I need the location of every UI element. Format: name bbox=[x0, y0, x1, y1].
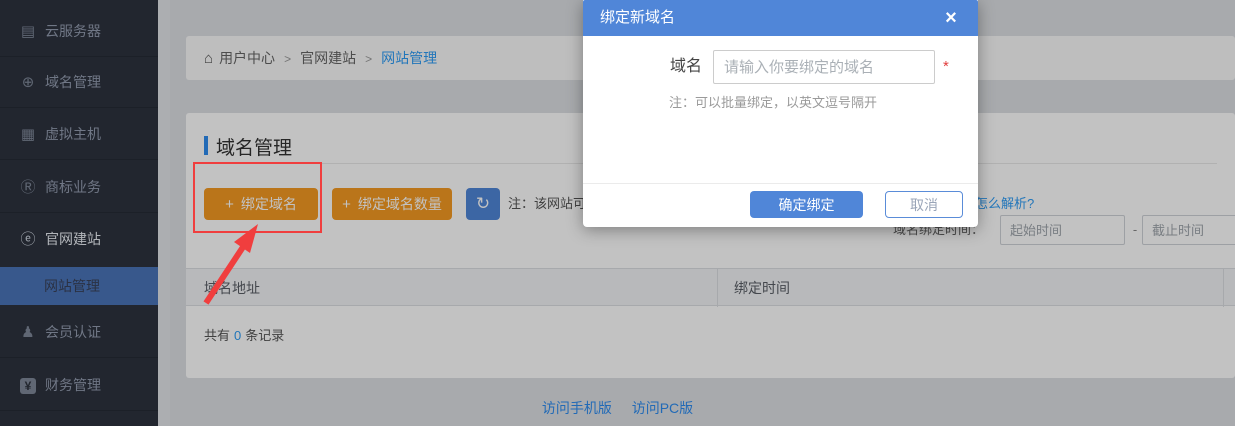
modal-title: 绑定新域名 bbox=[600, 0, 675, 36]
confirm-bind-button[interactable]: 确定绑定 bbox=[750, 191, 863, 218]
required-asterisk: * bbox=[943, 50, 949, 84]
close-icon[interactable]: × bbox=[938, 5, 964, 31]
page: ▤云服务器 ⊕域名管理 ▦虚拟主机 Ⓡ商标业务 ⓔ官网建站 网站管理 ♟会员认证… bbox=[0, 0, 1235, 426]
modal-footer-divider bbox=[583, 183, 978, 184]
domain-input[interactable] bbox=[713, 50, 935, 84]
bind-new-domain-modal: 绑定新域名 × 域名 * 注：可以批量绑定，以英文逗号隔开 确定绑定 取消 bbox=[583, 0, 978, 227]
modal-note: 注：可以批量绑定，以英文逗号隔开 bbox=[669, 92, 877, 111]
domain-field-label: 域名 bbox=[670, 50, 702, 84]
modal-header: 绑定新域名 × bbox=[583, 0, 978, 36]
cancel-button[interactable]: 取消 bbox=[885, 191, 963, 218]
